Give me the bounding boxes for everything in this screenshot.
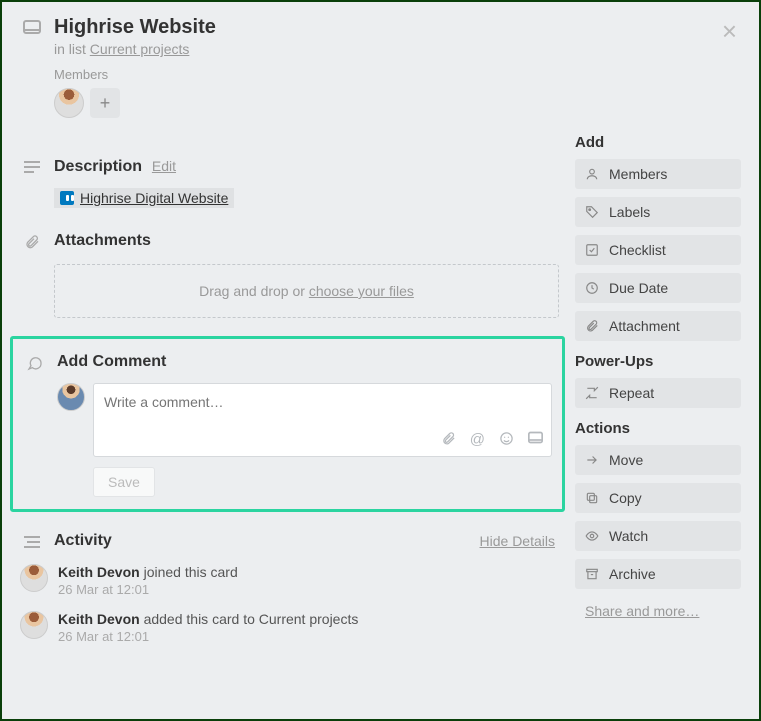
activity-time: 26 Mar at 12:01: [58, 629, 358, 644]
mention-icon[interactable]: @: [470, 431, 485, 450]
edit-description-link[interactable]: Edit: [152, 158, 176, 174]
save-comment-button[interactable]: Save: [93, 467, 155, 497]
clock-icon: [585, 281, 599, 295]
sidebar-move-button[interactable]: Move: [575, 445, 741, 475]
attachment-dropzone[interactable]: Drag and drop or choose your files: [54, 264, 559, 318]
arrow-right-icon: [585, 453, 599, 467]
sidebar-duedate-button[interactable]: Due Date: [575, 273, 741, 303]
close-icon[interactable]: ×: [722, 16, 737, 47]
add-comment-heading: Add Comment: [57, 353, 166, 370]
comment-input[interactable]: [104, 394, 541, 410]
labels-icon: [585, 205, 599, 219]
sidebar-checklist-button[interactable]: Checklist: [575, 235, 741, 265]
activity-item: Keith Devon joined this card 26 Mar at 1…: [20, 564, 559, 597]
archive-icon: [585, 567, 599, 581]
trello-icon: [60, 191, 74, 205]
description-icon: [20, 160, 44, 208]
copy-icon: [585, 491, 599, 505]
hide-details-link[interactable]: Hide Details: [480, 533, 555, 549]
attach-file-icon[interactable]: [441, 431, 456, 450]
members-icon: [585, 167, 599, 181]
list-link[interactable]: Current projects: [90, 41, 190, 57]
sidebar-members-button[interactable]: Members: [575, 159, 741, 189]
card-list-location: in list Current projects: [54, 41, 216, 57]
emoji-icon[interactable]: [499, 431, 514, 450]
card-icon: [20, 20, 44, 34]
avatar[interactable]: [54, 88, 84, 118]
add-comment-highlight: Add Comment @ Save: [10, 336, 565, 512]
choose-files-link[interactable]: choose your files: [309, 283, 414, 299]
description-heading: Description: [54, 158, 142, 175]
activity-icon: [20, 535, 44, 549]
repeat-icon: [585, 386, 599, 400]
attachment-icon: [20, 234, 44, 250]
sidebar-labels-button[interactable]: Labels: [575, 197, 741, 227]
sidebar-watch-button[interactable]: Watch: [575, 521, 741, 551]
comment-box[interactable]: @: [93, 383, 552, 457]
add-member-button[interactable]: +: [90, 88, 120, 118]
card-link-icon[interactable]: [528, 431, 543, 450]
activity-time: 26 Mar at 12:01: [58, 582, 238, 597]
avatar: [57, 383, 85, 411]
activity-heading: Activity: [54, 532, 112, 550]
sidebar-archive-button[interactable]: Archive: [575, 559, 741, 589]
avatar[interactable]: [20, 611, 48, 639]
checklist-icon: [585, 243, 599, 257]
sidebar-repeat-button[interactable]: Repeat: [575, 378, 741, 408]
sidebar-attachment-button[interactable]: Attachment: [575, 311, 741, 341]
attachments-heading: Attachments: [54, 232, 151, 249]
sidebar-actions-heading: Actions: [575, 420, 741, 437]
sidebar-copy-button[interactable]: Copy: [575, 483, 741, 513]
share-more-link[interactable]: Share and more…: [585, 603, 699, 619]
members-label: Members: [54, 67, 741, 82]
card-title[interactable]: Highrise Website: [54, 16, 216, 39]
eye-icon: [585, 529, 599, 543]
avatar[interactable]: [20, 564, 48, 592]
attachment-icon: [585, 319, 599, 333]
sidebar-powerups-heading: Power-Ups: [575, 353, 741, 370]
activity-item: Keith Devon added this card to Current p…: [20, 611, 559, 644]
comment-icon: [23, 355, 47, 371]
sidebar-add-heading: Add: [575, 134, 741, 151]
description-card-link[interactable]: Highrise Digital Website: [54, 188, 234, 208]
